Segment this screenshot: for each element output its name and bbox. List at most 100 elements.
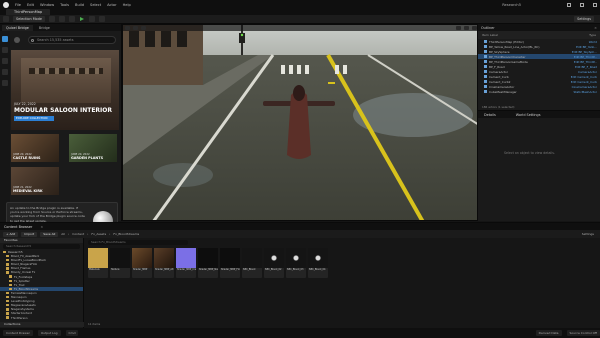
menu-tools[interactable]: Tools xyxy=(60,3,69,7)
breadcrumb-all[interactable]: All xyxy=(61,232,65,236)
import-button[interactable]: Import xyxy=(21,231,38,237)
menu-window[interactable]: Window xyxy=(40,3,54,7)
collections-header[interactable]: Collections xyxy=(0,322,84,327)
tab-bridge[interactable]: Bridge xyxy=(35,25,54,31)
content-browser-title[interactable]: Content Browser xyxy=(4,225,32,229)
folder-icon xyxy=(6,299,9,303)
quixel-logo-icon[interactable] xyxy=(2,36,8,42)
collection-card-medieval-kirk[interactable]: JUNE 21, 2022 MEDIEVAL KIRK xyxy=(11,167,59,195)
row-type: StaticMeshActor xyxy=(573,89,597,94)
asset-tile[interactable]: Shader_MBP_Normal xyxy=(198,248,218,278)
collections-icon[interactable] xyxy=(2,58,8,64)
quixel-bridge-panel: Quixel Bridge Bridge Search 15,535 asset… xyxy=(0,24,122,240)
bridge-search-input[interactable]: Search 15,535 assets xyxy=(28,36,116,44)
menu-file[interactable]: File xyxy=(15,3,21,7)
step-icon[interactable] xyxy=(88,16,95,22)
featured-collection-banner[interactable]: JULY 22, 2022 MODULAR SALOON INTERIOR EX… xyxy=(11,50,119,130)
breadcrumb-separator: › xyxy=(68,232,70,236)
menu-actor[interactable]: Actor xyxy=(107,3,116,7)
home-icon[interactable] xyxy=(2,47,8,53)
grid-snap-icon[interactable] xyxy=(464,26,469,30)
source-control-button[interactable]: Source Control Off xyxy=(566,330,600,336)
close-icon[interactable]: × xyxy=(594,26,597,30)
folder-label: ThirdPerson xyxy=(11,315,28,320)
asset-tile[interactable]: Materials xyxy=(88,248,108,278)
card-title: CASTLE RUINS xyxy=(13,156,41,160)
menu-help[interactable]: Help xyxy=(123,3,131,7)
cmd-input[interactable]: Cmd xyxy=(65,330,79,336)
row-label: Cement_Curb2 xyxy=(489,79,511,84)
selection-mode-button[interactable]: Selection Mode xyxy=(13,16,45,22)
tab-world-settings[interactable]: World Settings xyxy=(516,113,541,117)
favorites-header[interactable]: Favorites xyxy=(0,238,83,243)
breadcrumb-fx-assets[interactable]: Fx_Assets xyxy=(91,232,106,236)
transform-icon[interactable] xyxy=(456,26,461,30)
add-actor-icon[interactable] xyxy=(48,16,55,22)
lit-mode-icon[interactable] xyxy=(141,26,146,30)
particle-thumbnail xyxy=(286,248,306,268)
derived-data-button[interactable]: Derived Data xyxy=(535,330,562,336)
material-thumbnail xyxy=(154,248,174,268)
close-icon[interactable]: × xyxy=(40,225,43,229)
folder-item[interactable]: ThirdPerson xyxy=(0,316,83,320)
menu-bar: File Edit Window Tools Build Select Acto… xyxy=(0,0,600,9)
texture-thumbnail xyxy=(110,248,130,268)
minimize-icon[interactable] xyxy=(567,2,571,7)
menu-build[interactable]: Build xyxy=(75,3,84,7)
content-browser-toolbar: + Add Import Save All All › Content › Fx… xyxy=(0,230,600,238)
asset-tile[interactable]: Shader_MBP_Alt xyxy=(154,248,174,278)
add-button[interactable]: + Add xyxy=(3,231,19,237)
menu-edit[interactable]: Edit xyxy=(27,3,34,7)
texture-thumbnail xyxy=(198,248,218,268)
col-item-label[interactable]: Item Label xyxy=(482,33,498,37)
tab-details[interactable]: Details xyxy=(484,113,496,117)
viewport-menu-icon[interactable] xyxy=(125,26,130,30)
folder-search-input[interactable]: Search Research5 xyxy=(3,244,80,249)
camera-speed-icon[interactable] xyxy=(472,26,477,30)
road-scene xyxy=(123,25,477,220)
asset-label: Shader_MBP_Flow xyxy=(221,268,240,271)
collection-card-garden-plants[interactable]: JUNE 20, 2022 GARDEN PLANTS xyxy=(69,134,117,162)
output-log-button[interactable]: Output Log xyxy=(37,330,61,336)
outliner-row[interactable]: CubeMeshManager StaticMeshActor xyxy=(478,89,600,94)
close-icon[interactable] xyxy=(593,2,597,7)
favorites-icon[interactable] xyxy=(2,69,8,75)
avatar[interactable] xyxy=(14,37,20,43)
save-icon[interactable] xyxy=(3,16,9,22)
breadcrumb-fx-bloodstreams[interactable]: Fx_BloodStreams xyxy=(113,232,139,236)
asset-search-input[interactable]: Search Fx_BloodStreams xyxy=(88,240,188,245)
stop-icon[interactable] xyxy=(98,16,105,22)
col-type[interactable]: Type xyxy=(589,33,596,37)
local-library-icon[interactable] xyxy=(2,80,8,86)
asset-tile[interactable]: Shader_MBP xyxy=(132,248,152,278)
row-label: BP_ThirdPersonCharacter xyxy=(489,54,526,59)
details-empty-message: Select an object to view details. xyxy=(504,151,555,155)
asset-tile[interactable]: Texture xyxy=(110,248,130,278)
breadcrumb-content[interactable]: Content xyxy=(72,232,84,236)
folder-icon xyxy=(6,267,9,270)
explore-collection-button[interactable]: EXPLORE COLLECTION xyxy=(14,116,54,121)
collection-card-castle-ruins[interactable]: JUNE 20, 2022 CASTLE RUINS xyxy=(11,134,59,162)
save-all-button[interactable]: Save All xyxy=(40,231,59,237)
asset-tile[interactable]: NPC_Blood_03 xyxy=(286,248,306,278)
asset-tile[interactable]: Shader_MBP_Crack xyxy=(176,248,196,278)
settings-button[interactable]: Settings xyxy=(574,16,594,22)
asset-tile[interactable]: NPC_Blood_04 xyxy=(308,248,328,278)
asset-tile[interactable]: NPC_Blood_02 xyxy=(264,248,284,278)
content-browser-settings-button[interactable]: Settings xyxy=(582,232,594,236)
asset-tile[interactable]: NPC_Blood xyxy=(242,248,262,278)
mesh-icon xyxy=(484,90,487,93)
menu-select[interactable]: Select xyxy=(90,3,101,7)
level-viewport[interactable] xyxy=(122,24,478,221)
tab-quixel-bridge[interactable]: Quixel Bridge xyxy=(2,24,33,31)
play-icon[interactable] xyxy=(79,16,85,22)
asset-tile[interactable]: Shader_MBP_Flow xyxy=(220,248,240,278)
cinematics-icon[interactable] xyxy=(68,16,75,22)
bridge-side-rail xyxy=(0,31,10,221)
perspective-icon[interactable] xyxy=(133,26,138,30)
blueprint-icon[interactable] xyxy=(58,16,65,22)
content-drawer-button[interactable]: Content Drawer xyxy=(3,330,33,336)
maximize-icon[interactable] xyxy=(580,2,584,7)
folder-icon xyxy=(6,304,9,307)
outliner-row[interactable]: BP_Yellow_Road_Line_Actor(BL_RC) Edit BP_… xyxy=(478,44,600,49)
